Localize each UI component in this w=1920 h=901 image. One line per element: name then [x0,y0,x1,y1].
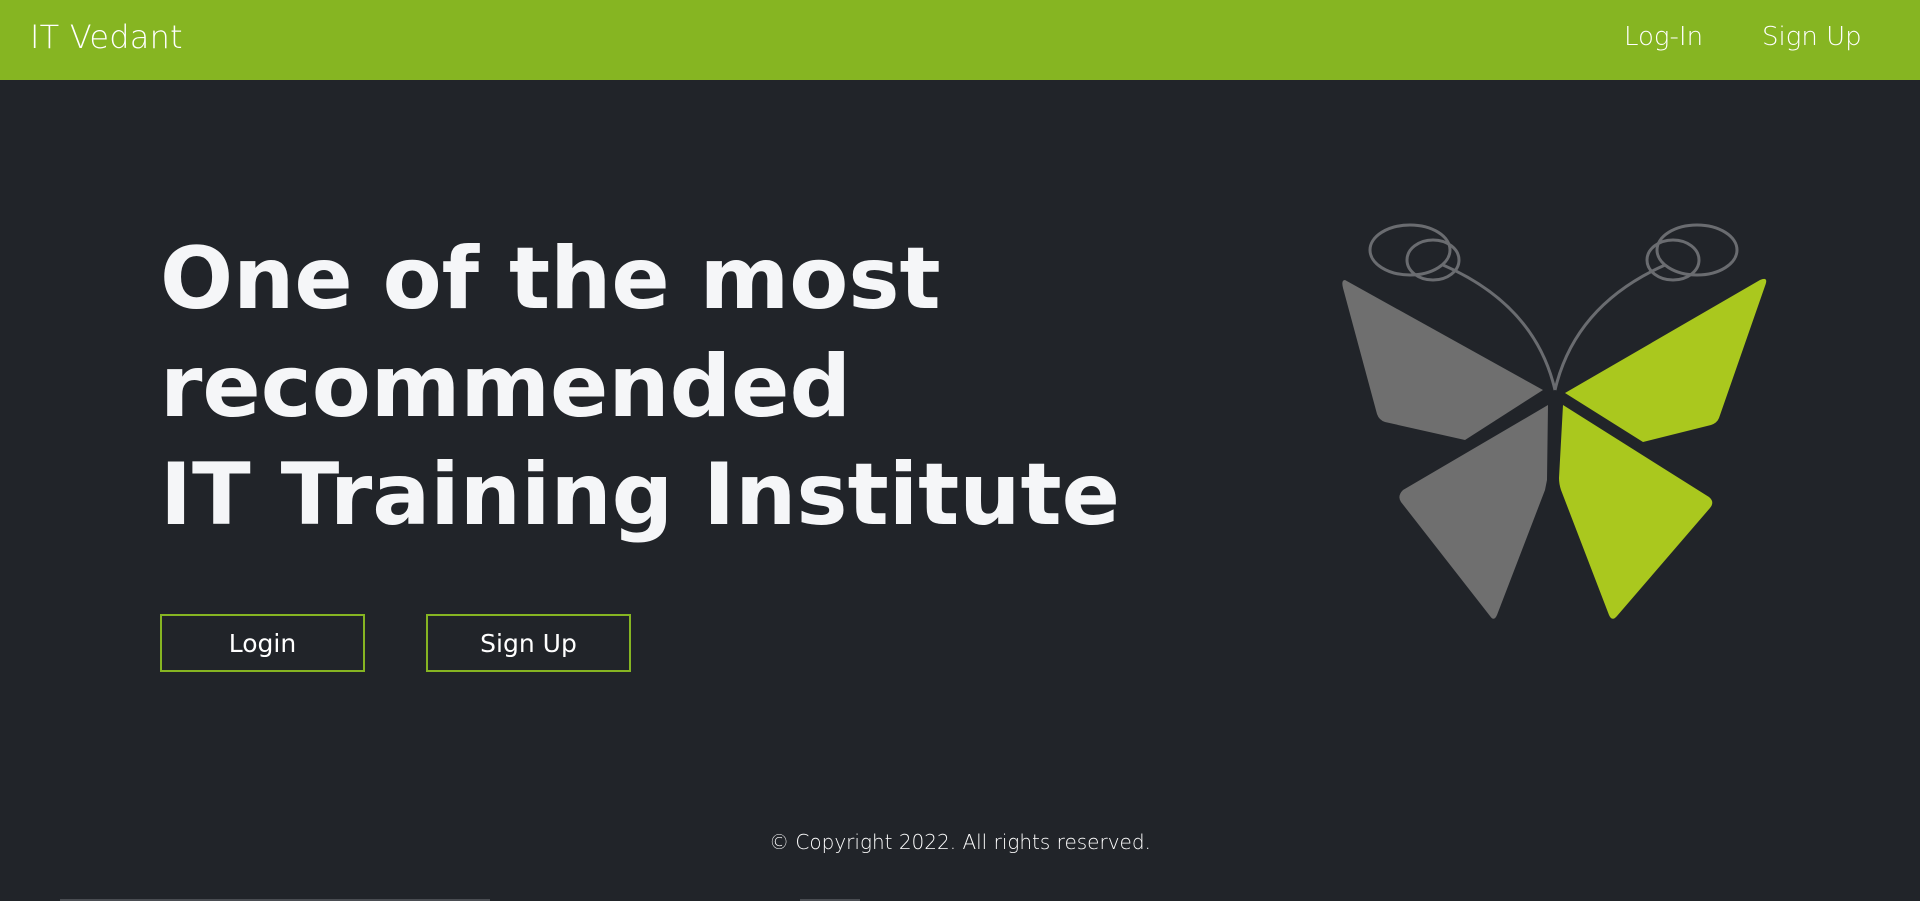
upper-right-wing [1565,278,1767,442]
hero-title-line-1: One of the most [160,229,941,329]
login-button[interactable]: Login [160,614,365,672]
butterfly-logo-icon [1342,223,1767,619]
brand-logo-text[interactable]: IT Vedant [30,18,183,56]
left-antenna-inner-ring [1405,238,1461,282]
upper-left-wing [1342,280,1543,440]
hero-title-line-2: recommended [160,337,852,437]
right-antenna-inner-ring [1645,238,1701,282]
hero-title: One of the most recommended IT Training … [160,225,1120,549]
nav-login-link[interactable]: Log-In [1624,22,1703,52]
lower-left-wing [1399,405,1548,619]
hero-title-line-3: IT Training Institute [160,445,1120,545]
nav-signup-link[interactable]: Sign Up [1762,22,1862,52]
top-navbar: IT Vedant Log-In Sign Up [0,0,1920,80]
signup-button[interactable]: Sign Up [426,614,631,672]
footer-copyright: © Copyright 2022. All rights reserved. [769,830,1151,854]
